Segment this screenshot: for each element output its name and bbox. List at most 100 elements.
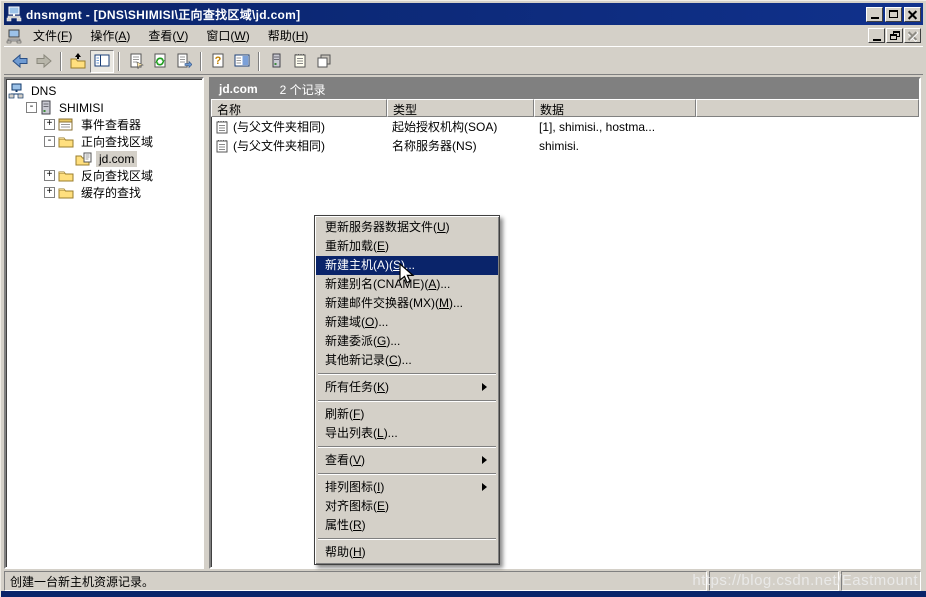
up-one-level-button[interactable] xyxy=(66,50,90,73)
dns-root-icon xyxy=(8,83,24,99)
tree-item-forward-lookup-zones[interactable]: - 正向查找区域 xyxy=(8,133,202,150)
tree-item-reverse-lookup-zones[interactable]: + 反向查找区域 xyxy=(8,167,202,184)
mdi-restore-icon xyxy=(890,31,900,40)
tree-item-event-viewer[interactable]: + 事件查看器 xyxy=(8,116,202,133)
tree-item-zone-jdcom[interactable]: jd.com xyxy=(8,150,202,167)
menu-item-view[interactable]: 查看(V) xyxy=(316,451,498,470)
server-icon xyxy=(40,100,52,115)
column-header-empty[interactable] xyxy=(696,99,919,117)
menu-item-properties[interactable]: 属性(R) xyxy=(316,516,498,535)
menu-item-all-tasks[interactable]: 所有任务(K) xyxy=(316,378,498,397)
menu-item-reload[interactable]: 重新加载(E) xyxy=(316,237,498,256)
minimize-button[interactable] xyxy=(866,7,883,22)
console-tree-panel: DNS - SHIMISI + 事件查看器 - 正向查找区域 jd.com xyxy=(4,77,204,569)
record-data: [1], shimisi., hostma... xyxy=(534,120,696,134)
server-status-button[interactable] xyxy=(264,50,288,73)
menu-item-line-up-icons[interactable]: 对齐图标(E) xyxy=(316,497,498,516)
menu-action[interactable]: 操作(A) xyxy=(81,24,139,47)
tree-expander[interactable]: + xyxy=(44,187,55,198)
zone-banner: jd.com 2 个记录 xyxy=(211,79,919,99)
record-name: (与父文件夹相同) xyxy=(233,118,325,135)
notepad-button[interactable] xyxy=(288,50,312,73)
toolbar-separator xyxy=(258,52,260,71)
submenu-arrow-icon xyxy=(482,456,491,464)
back-button[interactable] xyxy=(8,50,32,73)
record-row-ns[interactable]: (与父文件夹相同) 名称服务器(NS) shimisi. xyxy=(211,136,919,155)
menu-item-new-mail-exchanger-mx[interactable]: 新建邮件交换器(MX)(M)... xyxy=(316,294,498,313)
menu-separator xyxy=(318,400,496,402)
forward-icon xyxy=(36,53,52,69)
show-hide-console-tree-icon xyxy=(94,53,110,69)
refresh-button[interactable] xyxy=(148,50,172,73)
mdi-child-icon[interactable] xyxy=(6,28,22,44)
column-header-data[interactable]: 数据 xyxy=(534,99,696,117)
record-data: shimisi. xyxy=(534,139,696,153)
maximize-button[interactable] xyxy=(885,7,902,22)
export-list-button[interactable] xyxy=(172,50,196,73)
help-icon: ? xyxy=(210,53,226,69)
tree-item-cached-lookups[interactable]: + 缓存的查找 xyxy=(8,184,202,201)
tree-expander[interactable]: - xyxy=(44,136,55,147)
mdi-close-button[interactable] xyxy=(904,28,921,43)
properties-button[interactable] xyxy=(124,50,148,73)
show-hide-console-tree-button[interactable] xyxy=(90,50,114,73)
record-row-soa[interactable]: (与父文件夹相同) 起始授权机构(SOA) [1], shimisi., hos… xyxy=(211,117,919,136)
menu-item-arrange-icons[interactable]: 排列图标(I) xyxy=(316,478,498,497)
menu-view[interactable]: 查看(V) xyxy=(139,24,197,47)
menu-file[interactable]: 文件(F) xyxy=(24,24,81,47)
menu-separator xyxy=(318,473,496,475)
export-list-icon xyxy=(176,53,192,69)
column-header-type[interactable]: 类型 xyxy=(387,99,534,117)
layered-windows-button[interactable] xyxy=(312,50,336,73)
toolbar-separator xyxy=(118,52,120,71)
forward-button[interactable] xyxy=(32,50,56,73)
context-menu: 更新服务器数据文件(U) 重新加载(E) 新建主机(A)(S)... 新建别名(… xyxy=(314,215,500,565)
menu-item-refresh[interactable]: 刷新(F) xyxy=(316,405,498,424)
menu-item-new-host[interactable]: 新建主机(A)(S)... xyxy=(316,256,498,275)
toolbar-separator xyxy=(60,52,62,71)
submenu-arrow-icon xyxy=(482,483,491,491)
menu-separator xyxy=(318,446,496,448)
folder-icon xyxy=(58,169,74,182)
menu-item-new-delegation[interactable]: 新建委派(G)... xyxy=(316,332,498,351)
properties-icon xyxy=(128,53,144,69)
mdi-restore-button[interactable] xyxy=(886,28,903,43)
record-count: 2 个记录 xyxy=(280,81,326,98)
tree-item-server-shimisi[interactable]: - SHIMISI xyxy=(8,99,202,116)
show-taskpad-button[interactable] xyxy=(230,50,254,73)
status-text: 创建一台新主机资源记录。 xyxy=(4,571,707,591)
menu-item-export-list[interactable]: 导出列表(L)... xyxy=(316,424,498,443)
mdi-minimize-button[interactable] xyxy=(868,28,885,43)
event-viewer-icon xyxy=(58,118,74,132)
tree-item-label: SHIMISI xyxy=(56,100,107,116)
close-button[interactable] xyxy=(904,7,921,22)
app-icon[interactable] xyxy=(6,6,22,22)
menu-window[interactable]: 窗口(W) xyxy=(197,24,258,47)
tree-item-label-selected: jd.com xyxy=(96,151,137,167)
record-name: (与父文件夹相同) xyxy=(233,137,325,154)
menu-item-other-new-records[interactable]: 其他新记录(C)... xyxy=(316,351,498,370)
menu-item-help[interactable]: 帮助(H) xyxy=(316,543,498,562)
tree-expander[interactable]: + xyxy=(44,119,55,130)
menu-help[interactable]: 帮助(H) xyxy=(259,24,318,47)
menu-bar: 文件(F) 操作(A) 查看(V) 窗口(W) 帮助(H) xyxy=(4,25,923,47)
mdi-minimize-icon xyxy=(873,39,881,41)
tree-item-label: DNS xyxy=(28,83,59,99)
help-button[interactable]: ? xyxy=(206,50,230,73)
tree-expander[interactable]: - xyxy=(26,102,37,113)
maximize-icon xyxy=(889,10,898,18)
watermark-text: https://blog.csdn.net/Eastmount xyxy=(692,572,918,589)
menu-item-new-alias-cname[interactable]: 新建别名(CNAME)(A)... xyxy=(316,275,498,294)
submenu-arrow-icon xyxy=(482,383,491,391)
refresh-icon xyxy=(152,53,168,69)
window-bottom-border xyxy=(1,591,926,597)
record-type: 起始授权机构(SOA) xyxy=(387,118,534,135)
up-one-level-icon xyxy=(70,53,86,69)
menu-item-new-domain[interactable]: 新建域(O)... xyxy=(316,313,498,332)
column-header-name[interactable]: 名称 xyxy=(211,99,387,117)
tree-expander[interactable]: + xyxy=(44,170,55,181)
folder-icon xyxy=(58,186,74,199)
menu-item-update-server-data-files[interactable]: 更新服务器数据文件(U) xyxy=(316,218,498,237)
tree-item-dns-root[interactable]: DNS xyxy=(8,82,202,99)
tree-item-label: 正向查找区域 xyxy=(78,132,156,151)
